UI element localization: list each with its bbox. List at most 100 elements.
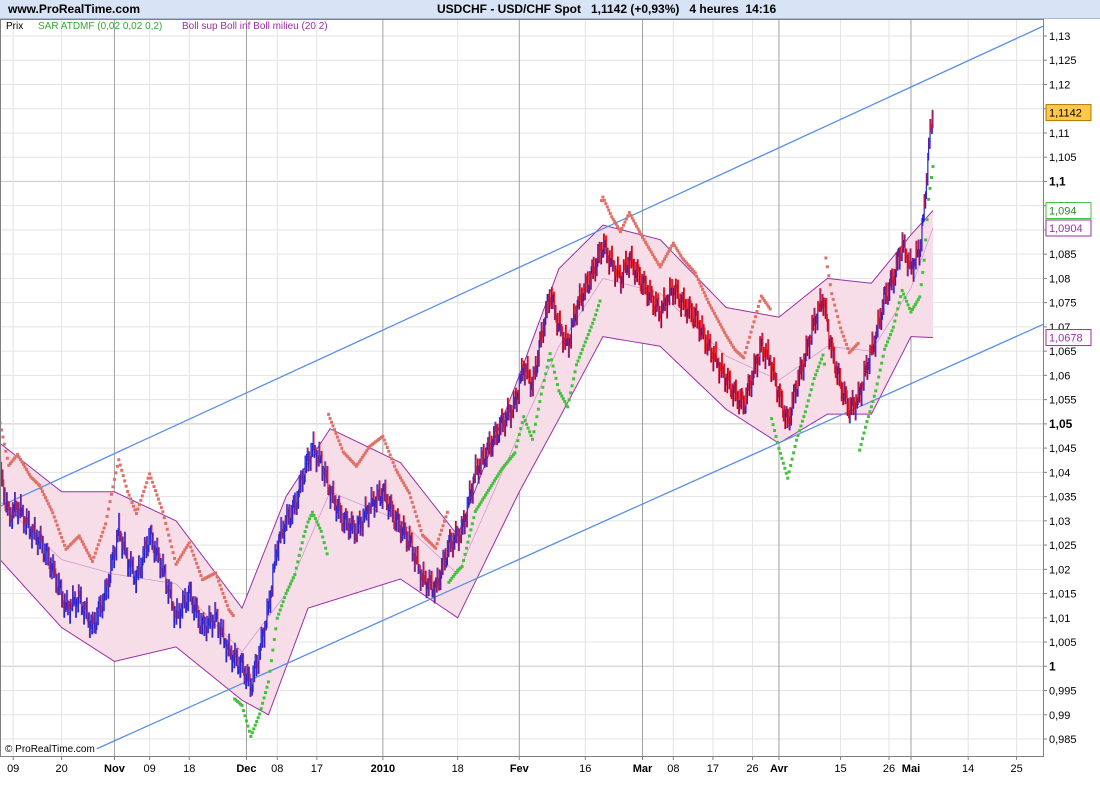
y-tick-label: 1,065 <box>1049 346 1077 358</box>
x-tick-label: 16 <box>579 763 591 775</box>
sar-dot-above <box>331 424 335 428</box>
sar-dot-below <box>460 565 464 569</box>
sar-dot-below <box>899 295 903 299</box>
sar-dot-above <box>751 325 755 329</box>
sar-dot-above <box>624 217 628 221</box>
sar-dot-above <box>397 473 401 477</box>
price-chart[interactable]: 0,985 0,99 0,995 1 1,005 1,01 1,015 1,02 1,025 1,… <box>0 0 1100 800</box>
sar-dot-below <box>576 359 580 363</box>
sar-dot-below <box>261 701 265 705</box>
sar-dot-above <box>627 211 631 215</box>
sar-dot-below <box>858 448 862 452</box>
sar-dot-above <box>843 338 847 342</box>
sar-dot-above <box>335 435 339 439</box>
sar-dot-above <box>63 543 67 547</box>
sar-dot-above <box>742 356 746 360</box>
sar-dot-below <box>258 712 262 716</box>
sar-dot-above <box>620 226 624 230</box>
sar-dot-above <box>695 274 699 278</box>
sar-dot-above <box>115 464 119 468</box>
sar-dot-below <box>582 344 586 348</box>
sar-dot-below <box>551 364 555 368</box>
sar-dot-above <box>51 511 55 515</box>
sar-dot-below <box>535 415 539 419</box>
sar-dot-above <box>109 492 113 496</box>
sar-dot-above <box>621 223 625 227</box>
sar-dot-below <box>802 415 806 419</box>
sar-dot-below <box>896 307 900 311</box>
sar-dot-above <box>601 195 605 199</box>
sar-dot-below <box>309 514 313 518</box>
sar-dot-below <box>790 457 794 461</box>
sar-dot-above <box>438 533 442 537</box>
sar-dot-above <box>54 519 58 523</box>
sar-dot-below <box>577 355 581 359</box>
sar-dot-above <box>753 315 757 319</box>
sar-dot-above <box>80 540 84 544</box>
y-tick-label: 1,045 <box>1049 443 1077 455</box>
sar-dot-below <box>324 546 328 550</box>
sar-dot-below <box>884 344 888 348</box>
sar-dot-above <box>102 526 106 530</box>
sar-dot-above <box>61 539 65 543</box>
sar-dot-above <box>635 224 639 228</box>
sar-dot-below <box>310 510 314 514</box>
sar-dot-above <box>721 328 725 332</box>
sar-dot-below <box>550 358 554 362</box>
sar-dot-above <box>39 487 43 491</box>
x-tick-label: 08 <box>667 763 679 775</box>
sar-dot-below <box>538 400 542 404</box>
sar-dot-above <box>55 523 59 527</box>
sar-dot-above <box>718 322 722 326</box>
price-badge-label: 1,094 <box>1049 206 1077 218</box>
sar-dot-above <box>705 297 709 301</box>
sar-dot-below <box>783 466 787 470</box>
sar-dot-above <box>605 205 609 209</box>
sar-dot-above <box>196 565 200 569</box>
sar-dot-below <box>588 329 592 333</box>
sar-dot-above <box>330 420 334 424</box>
sar-dot-below <box>531 437 535 441</box>
sar-dot-below <box>464 546 468 550</box>
y-tick-label: 1,105 <box>1049 152 1077 164</box>
sar-dot-below <box>247 729 251 733</box>
sar-dot-above <box>715 317 719 321</box>
sar-dot-below <box>814 373 818 377</box>
sar-dot-below <box>900 288 904 292</box>
sar-dot-below <box>868 410 872 414</box>
sar-dot-above <box>189 545 193 549</box>
sar-dot-above <box>195 561 199 565</box>
sar-dot-above <box>118 463 122 467</box>
sar-dot-above <box>134 512 138 516</box>
sar-dot-above <box>173 556 177 560</box>
y-tick-label: 1,02 <box>1049 564 1070 576</box>
sar-dot-above <box>416 519 420 523</box>
sar-dot-below <box>919 283 923 287</box>
sar-dot-above <box>837 320 841 324</box>
sar-dot-above <box>42 493 46 497</box>
sar-dot-below <box>796 433 800 437</box>
sar-dot-below <box>861 437 865 441</box>
sar-dot-below <box>918 295 922 299</box>
sar-dot-below <box>566 405 570 409</box>
sar-dot-below <box>771 423 775 427</box>
sar-dot-above <box>846 347 850 351</box>
sar-dot-below <box>288 582 292 586</box>
sar-dot-below <box>789 464 793 468</box>
sar-dot-below <box>563 400 567 404</box>
sar-dot-above <box>90 559 94 563</box>
sar-dot-above <box>168 539 172 543</box>
sar-dot-above <box>384 442 388 446</box>
sar-dot-below <box>293 573 297 577</box>
sar-dot-below <box>249 734 253 738</box>
sar-dot-above <box>827 274 831 278</box>
sar-dot-above <box>704 294 708 298</box>
sar-dot-above <box>629 213 633 217</box>
sar-dot-below <box>583 340 587 344</box>
sar-dot-above <box>136 507 140 511</box>
price-badge-label: 1,0678 <box>1049 333 1083 345</box>
sar-dot-above <box>126 489 130 493</box>
sar-dot-above <box>199 574 203 578</box>
x-tick-label: Mai <box>902 763 920 775</box>
sar-dot-above <box>187 541 191 545</box>
